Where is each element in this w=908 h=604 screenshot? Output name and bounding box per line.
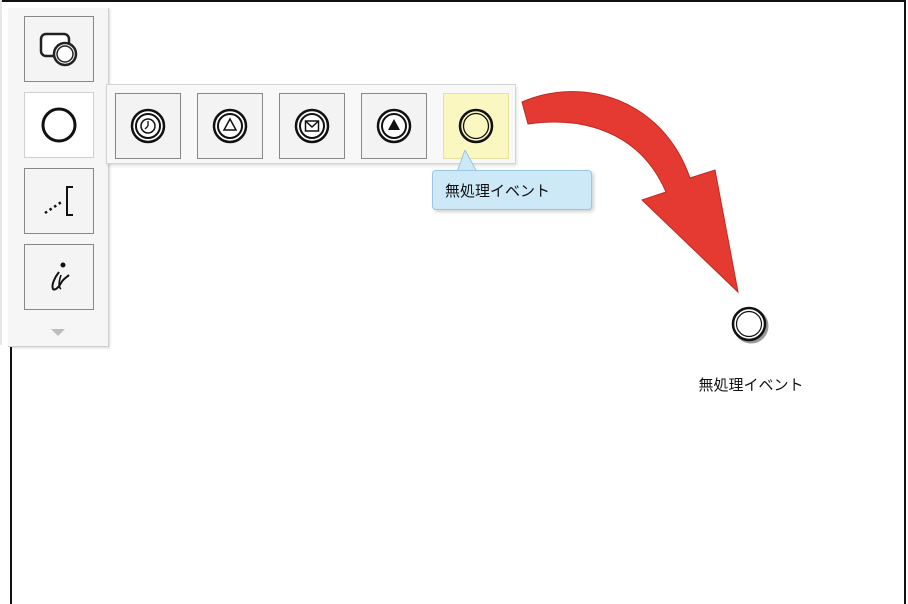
escalation-event-icon (376, 108, 412, 144)
left-border (10, 345, 12, 604)
left-edge-shadow (0, 0, 2, 345)
none-event-shape[interactable] (728, 303, 772, 347)
tooltip-pointer (456, 150, 478, 172)
signal-event-button[interactable] (197, 93, 263, 159)
italic-i-info-icon (51, 262, 70, 291)
triangle-down-icon (51, 329, 65, 336)
timer-event-icon (130, 108, 166, 144)
escalation-event-button[interactable] (361, 93, 427, 159)
message-event-icon (294, 108, 330, 144)
red-curved-arrow-icon (521, 91, 739, 294)
annotation-icon (44, 186, 73, 216)
event-tool-button[interactable] (24, 92, 94, 158)
signal-event-icon (212, 108, 248, 144)
palette-scroll-down-button[interactable] (8, 320, 108, 346)
tool-palette (8, 8, 109, 347)
subprocess-icon (39, 32, 78, 67)
event-circle-icon (41, 107, 77, 143)
event-label[interactable]: 無処理イベント (686, 374, 816, 395)
info-tool-button[interactable] (24, 244, 94, 310)
timer-event-button[interactable] (115, 93, 181, 159)
none-event-icon (458, 108, 494, 144)
message-event-button[interactable] (279, 93, 345, 159)
subprocess-tool-button[interactable] (24, 16, 94, 82)
annotation-tool-button[interactable] (24, 168, 94, 234)
